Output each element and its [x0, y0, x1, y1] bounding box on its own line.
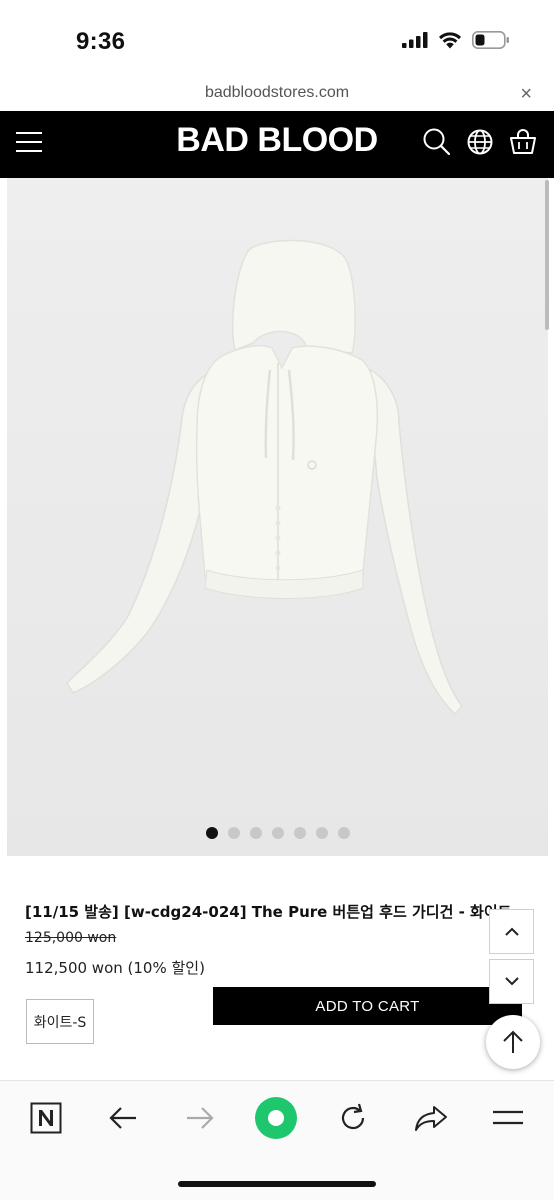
- add-to-cart-button[interactable]: ADD TO CART: [213, 987, 522, 1025]
- chevron-up-icon: [504, 927, 519, 936]
- product-title: [11/15 발송] [w-cdg24-024] The Pure 버튼업 후드…: [25, 903, 512, 921]
- status-bar: 9:36: [0, 0, 554, 78]
- home-indicator[interactable]: [178, 1181, 376, 1187]
- share-icon[interactable]: [409, 1096, 453, 1140]
- scroll-up-button[interactable]: [489, 909, 534, 954]
- header-actions: [422, 127, 538, 157]
- battery-icon: [472, 31, 509, 49]
- chevron-down-icon: [504, 977, 519, 986]
- arrow-up-icon: [503, 1030, 523, 1053]
- status-icons: [402, 31, 510, 49]
- scroll-to-top-button[interactable]: [486, 1015, 540, 1069]
- sale-price: 112,500 won (10% 할인): [25, 959, 205, 977]
- page-scrollbar[interactable]: [545, 180, 549, 330]
- original-price: 125,000 won: [25, 930, 117, 946]
- product-image-carousel[interactable]: [7, 178, 548, 856]
- carousel-dot[interactable]: [249, 827, 262, 839]
- carousel-dots: [7, 827, 548, 839]
- url-bar[interactable]: badbloodstores.com ×: [0, 78, 554, 111]
- n-icon[interactable]: [24, 1096, 68, 1140]
- carousel-dot[interactable]: [315, 827, 328, 839]
- globe-icon[interactable]: [466, 127, 494, 157]
- close-icon[interactable]: ×: [520, 84, 532, 104]
- status-time: 9:36: [76, 28, 126, 55]
- carousel-dot[interactable]: [293, 827, 306, 839]
- site-header: BAD BLOOD: [0, 111, 554, 178]
- forward-arrow-icon[interactable]: [178, 1096, 222, 1140]
- url-text[interactable]: badbloodstores.com: [0, 84, 554, 102]
- shopping-bag-icon[interactable]: [508, 127, 538, 157]
- carousel-dot-active[interactable]: [205, 827, 218, 839]
- menu-icon[interactable]: [486, 1096, 530, 1140]
- wifi-icon: [439, 31, 461, 48]
- scroll-down-button[interactable]: [489, 959, 534, 1004]
- back-arrow-icon[interactable]: [101, 1096, 145, 1140]
- product-photo-cardigan: [7, 178, 548, 856]
- carousel-dot[interactable]: [271, 827, 284, 839]
- cellular-signal-icon: [402, 32, 428, 48]
- carousel-dot[interactable]: [227, 827, 240, 839]
- reload-icon[interactable]: [331, 1096, 375, 1140]
- carousel-dot[interactable]: [337, 827, 350, 839]
- selected-option-chip[interactable]: 화이트-S: [26, 999, 94, 1044]
- green-dot-icon[interactable]: [254, 1096, 298, 1140]
- search-icon[interactable]: [422, 127, 452, 157]
- browser-toolbar: [0, 1081, 554, 1200]
